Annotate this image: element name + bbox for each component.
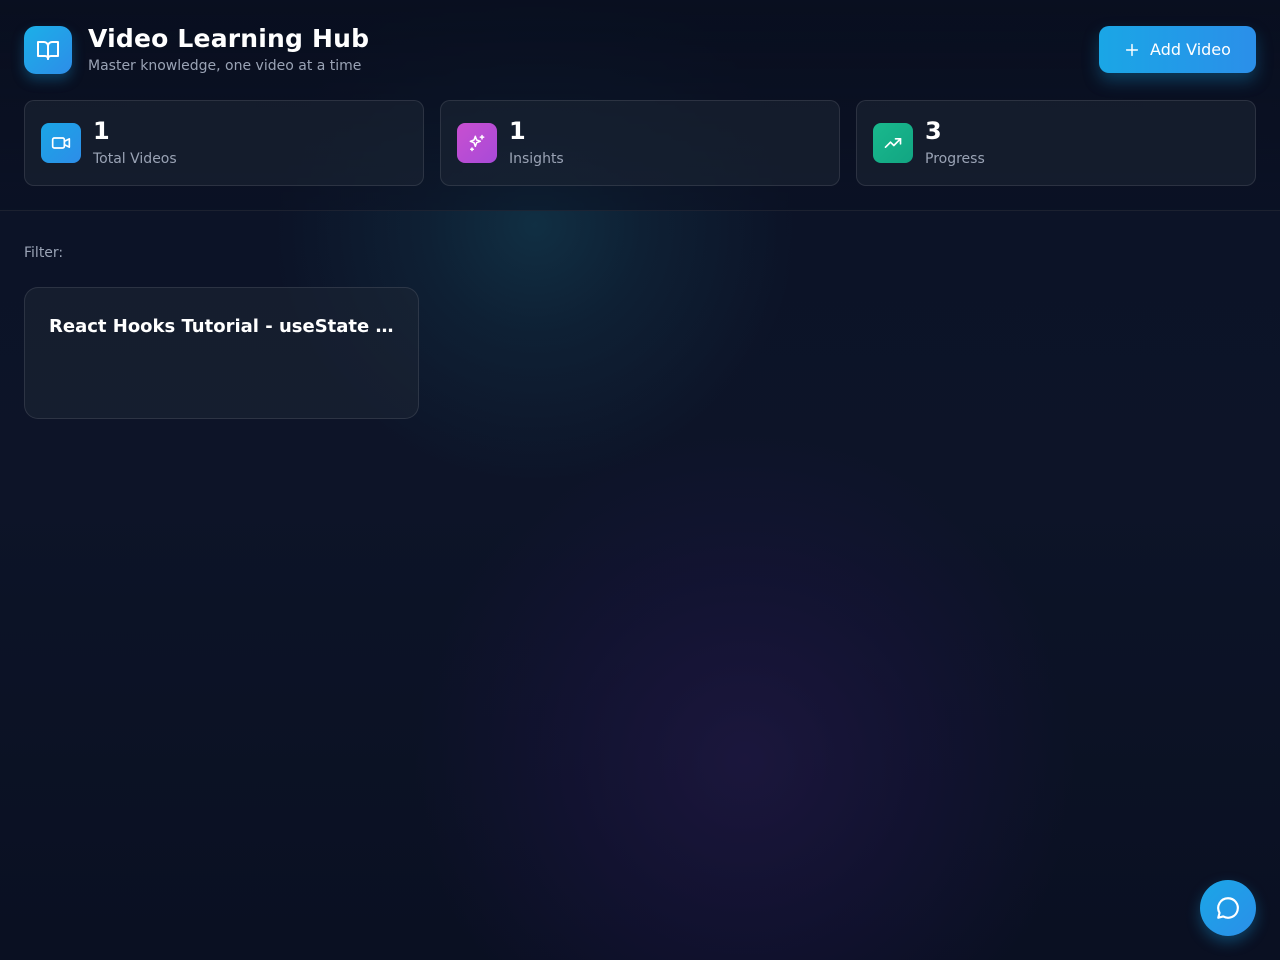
stat-value: 1 (509, 117, 526, 145)
stat-label: Progress (925, 151, 985, 167)
add-video-button[interactable]: Add Video (1099, 26, 1256, 73)
chat-button[interactable] (1200, 880, 1256, 936)
stat-label: Total Videos (93, 151, 177, 167)
stat-card-progress: 3 Progress (856, 100, 1256, 186)
book-open-icon (37, 41, 59, 60)
stat-value: 3 (925, 117, 942, 145)
trending-up-icon (873, 123, 913, 163)
chat-bubble-icon (1217, 897, 1239, 919)
page-title: Video Learning Hub (88, 24, 370, 53)
stat-card-total-videos: 1 Total Videos (24, 100, 424, 186)
video-card[interactable]: React Hooks Tutorial - useState and useE… (24, 287, 419, 419)
filter-label: Filter: (24, 245, 64, 261)
stat-value: 1 (93, 117, 110, 145)
plus-icon (1124, 42, 1140, 58)
page-subtitle: Master knowledge, one video at a time (88, 58, 362, 74)
stat-card-insights: 1 Insights (440, 100, 840, 186)
add-video-label: Add Video (1150, 40, 1231, 59)
video-card-title: React Hooks Tutorial - useState and useE… (49, 316, 399, 337)
stat-label: Insights (509, 151, 564, 167)
sparkles-icon (457, 123, 497, 163)
logo (24, 26, 72, 74)
video-camera-icon (41, 123, 81, 163)
